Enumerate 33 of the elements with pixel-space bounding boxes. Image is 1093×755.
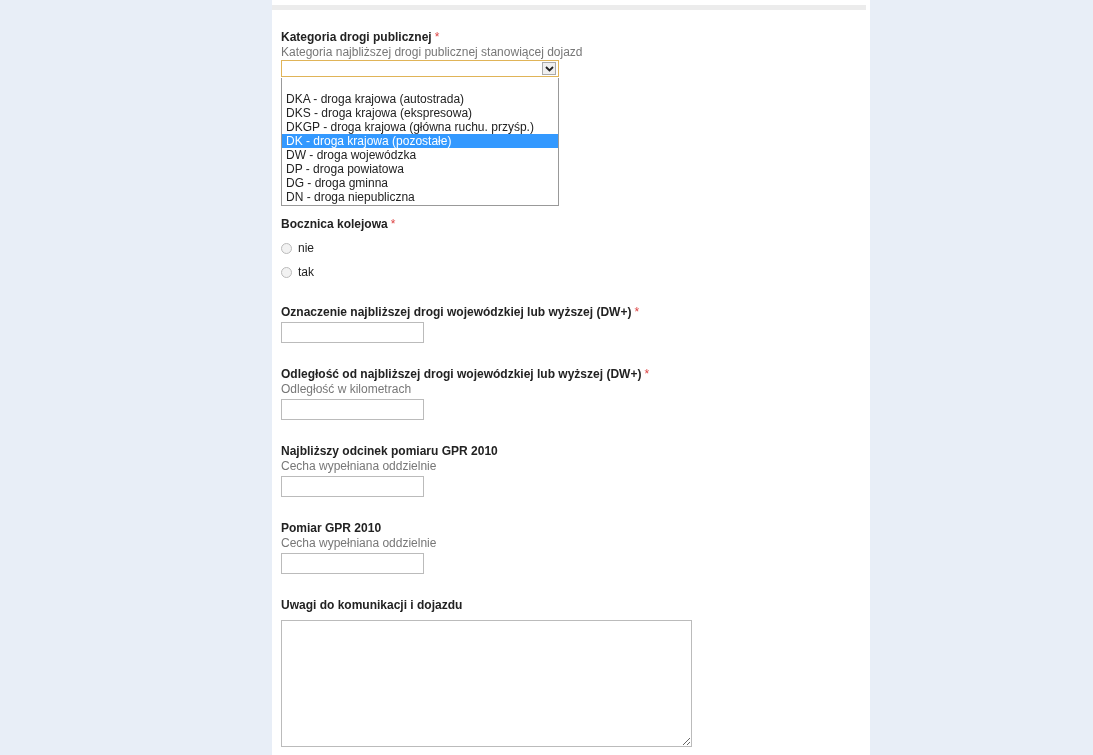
required-mark: * xyxy=(390,217,396,231)
input-field[interactable] xyxy=(281,553,424,574)
dropdown-option[interactable]: DN - droga niepubliczna xyxy=(282,190,558,204)
field-label: Kategoria drogi publicznej xyxy=(281,30,432,44)
input-field[interactable] xyxy=(281,322,424,343)
dropdown-option[interactable]: DG - droga gminna xyxy=(282,176,558,190)
required-mark: * xyxy=(434,30,440,44)
dropdown-option[interactable]: DKS - droga krajowa (ekspresowa) xyxy=(282,106,558,120)
text-area[interactable] xyxy=(281,620,692,747)
input-field[interactable] xyxy=(281,476,424,497)
field-label: Odległość od najbliższej drogi wojewódzkiej lub wyższej (DW+) xyxy=(281,367,642,381)
chevron-icon xyxy=(542,62,556,75)
field-hint: Cecha wypełniana oddzielnie xyxy=(281,536,438,551)
field-label: Najbliższy odcinek pomiaru GPR 2010 xyxy=(281,444,498,458)
dropdown-option[interactable]: DP - droga powiatowa xyxy=(282,162,558,176)
select-field[interactable] xyxy=(281,60,559,77)
field-hint: Kategoria najbliższej drogi publicznej stanowiącej dojazd xyxy=(281,45,584,60)
radio-button[interactable] xyxy=(281,267,292,278)
required-mark: * xyxy=(634,305,640,319)
radio-label[interactable]: nie xyxy=(298,241,314,256)
required-mark: * xyxy=(644,367,650,381)
field-label: Pomiar GPR 2010 xyxy=(281,521,382,535)
dropdown-option[interactable]: DKGP - droga krajowa (główna ruchu. przyśp.) xyxy=(282,120,558,134)
field-hint: Odległość w kilometrach xyxy=(281,382,413,397)
field-label: Uwagi do komunikacji i dojazdu xyxy=(281,598,463,612)
input-field[interactable] xyxy=(281,399,424,420)
dropdown-option[interactable]: DW - droga wojewódzka xyxy=(282,148,558,162)
radio-button[interactable] xyxy=(281,243,292,254)
field-label: Bocznica kolejowa xyxy=(281,217,388,231)
field-label: Oznaczenie najbliższej drogi wojewódzkiej lub wyższej (DW+) xyxy=(281,305,632,319)
dropdown-option[interactable]: DKA - droga krajowa (autostrada) xyxy=(282,92,558,106)
field-hint: Cecha wypełniana oddzielnie xyxy=(281,459,438,474)
radio-label[interactable]: tak xyxy=(298,265,314,280)
